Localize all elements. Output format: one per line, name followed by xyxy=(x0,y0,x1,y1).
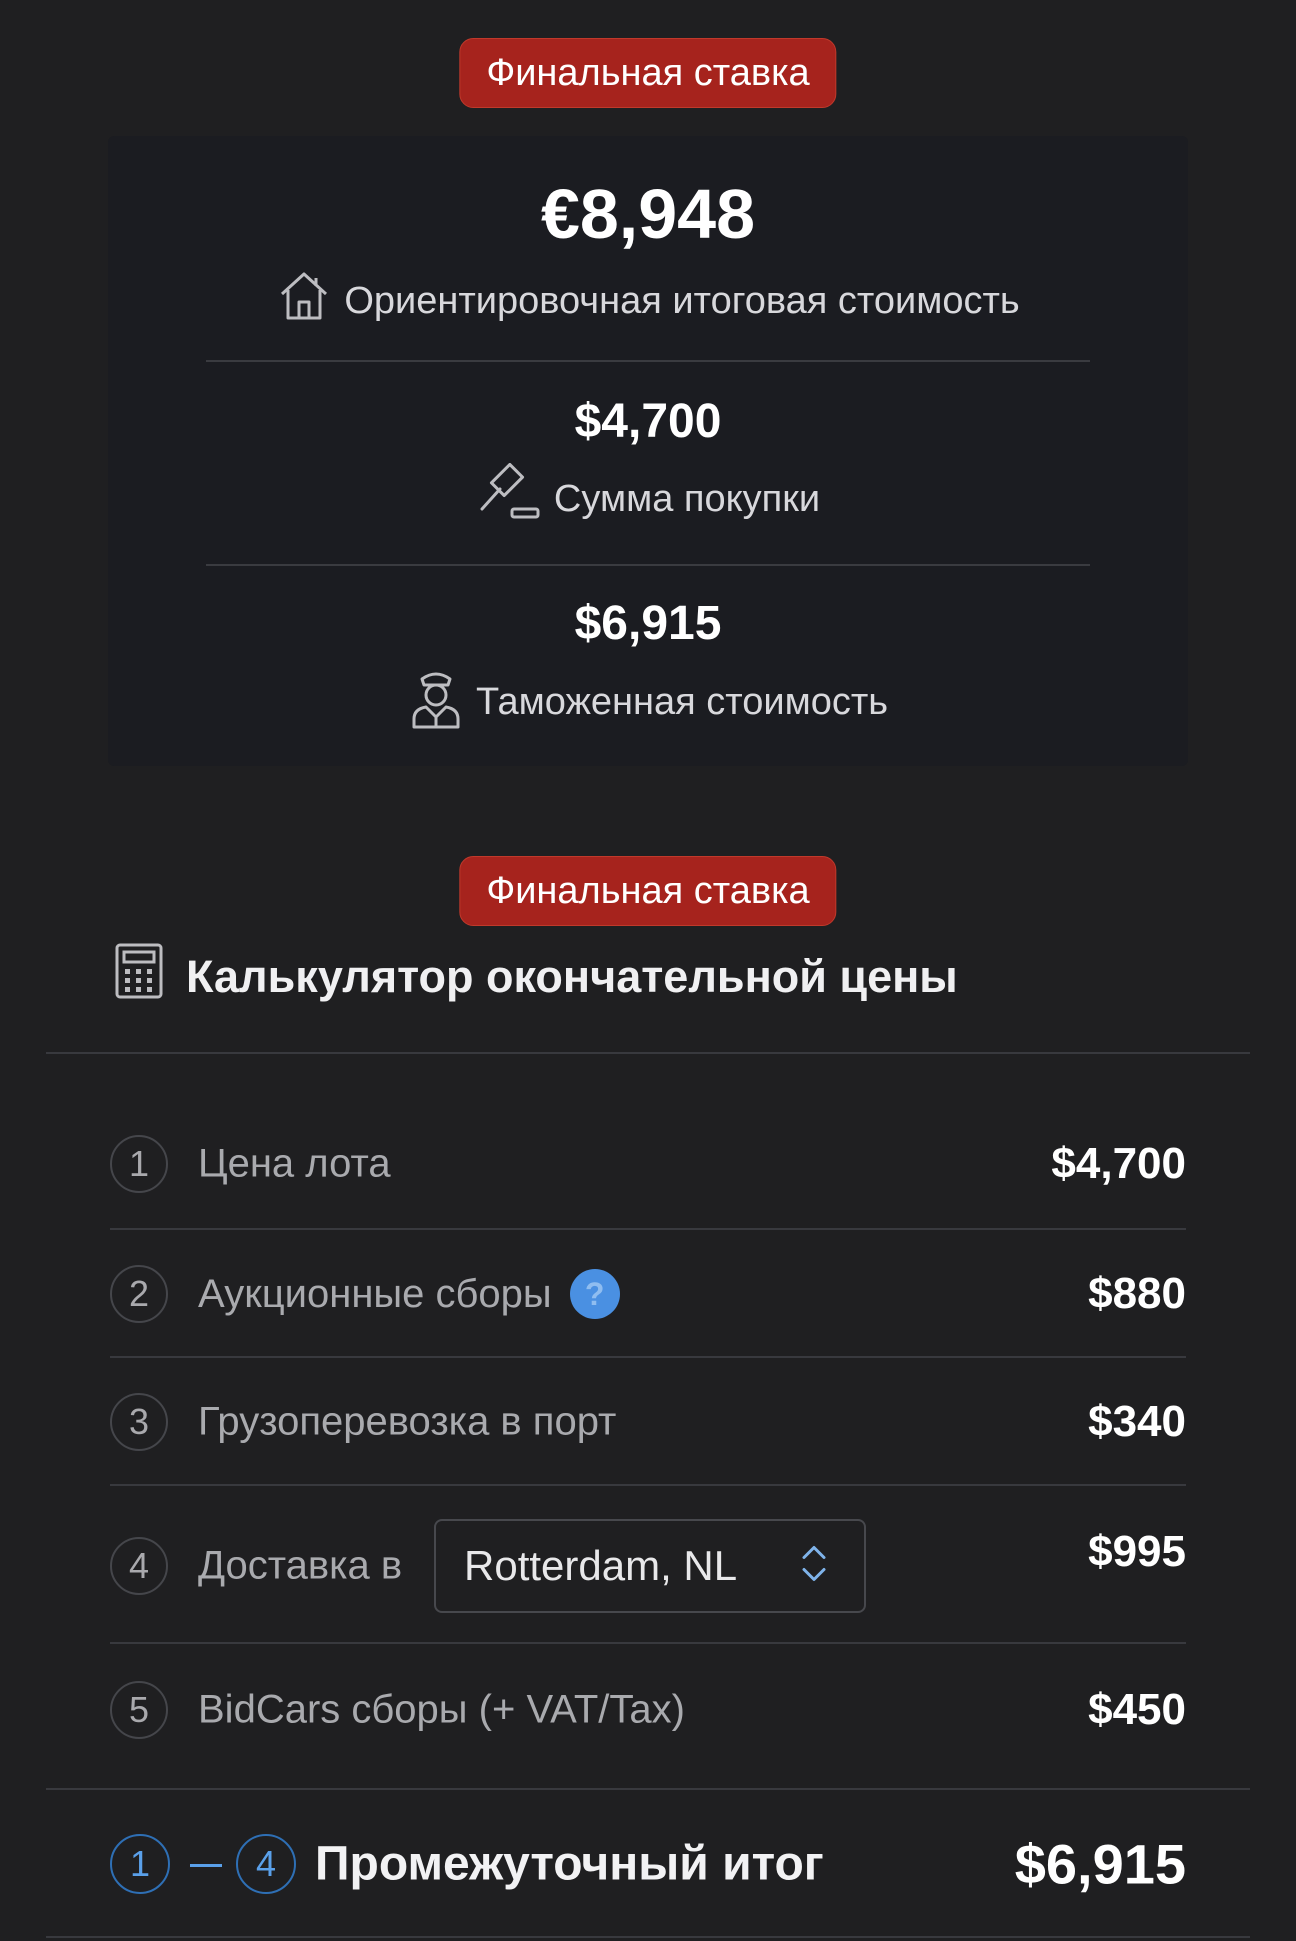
final-bid-badge: Финальная ставка xyxy=(459,38,837,108)
price-summary-card: €8,948 Ориентировочная итоговая стоимост… xyxy=(108,136,1188,766)
total-cost-label: Ориентировочная итоговая стоимость xyxy=(344,279,1020,322)
customs-label: Таможенная стоимость xyxy=(475,680,889,723)
divider xyxy=(206,564,1090,566)
divider xyxy=(110,1484,1186,1486)
row-label: Цена лота xyxy=(198,1141,391,1186)
divider xyxy=(110,1356,1186,1358)
subtotal-value: $6,915 xyxy=(1014,1832,1186,1896)
step-number: 4 xyxy=(110,1537,168,1595)
purchase-value: $4,700 xyxy=(574,395,722,448)
range-dash xyxy=(190,1864,222,1867)
final-bid-badge: Финальная ставка xyxy=(459,856,837,926)
cost-row-auction-fees: 2 Аукционные сборы ? $880 xyxy=(110,1254,1186,1334)
cost-row-shipping: 4 Доставка в Rotterdam, NL $995 xyxy=(110,1519,1186,1613)
step-number: 1 xyxy=(110,1135,168,1193)
subtotal-label: Промежуточный итог xyxy=(315,1837,824,1891)
cost-row-port-transport: 3 Грузоперевозка в порт $340 xyxy=(110,1382,1186,1462)
house-icon xyxy=(276,268,332,334)
row-label: Аукционные сборы ? xyxy=(198,1269,620,1319)
gavel-icon xyxy=(476,462,542,535)
divider xyxy=(46,1936,1250,1938)
divider xyxy=(46,1788,1250,1790)
calculator-title: Калькулятор окончательной цены xyxy=(186,950,958,1002)
purchase-label: Сумма покупки xyxy=(553,477,821,520)
help-icon[interactable]: ? xyxy=(569,1269,620,1319)
step-number: 3 xyxy=(110,1393,168,1451)
chevron-up-down-icon xyxy=(800,1542,828,1591)
row-value: $450 xyxy=(1088,1685,1186,1734)
row-label: Доставка в xyxy=(198,1543,403,1588)
subtotal-row: 1 4 Промежуточный итог $6,915 xyxy=(110,1816,1186,1912)
row-value: $4,700 xyxy=(1051,1139,1186,1188)
row-value: $880 xyxy=(1088,1269,1186,1318)
customs-officer-icon xyxy=(408,665,464,739)
divider xyxy=(46,1052,1250,1054)
customs-value: $6,915 xyxy=(574,597,722,650)
total-cost-value: €8,948 xyxy=(540,175,756,253)
cost-row-lot-price: 1 Цена лота $4,700 xyxy=(110,1124,1186,1204)
destination-port-value: Rotterdam, NL xyxy=(464,1542,738,1589)
row-value: $995 xyxy=(1088,1527,1186,1576)
divider xyxy=(110,1228,1186,1230)
row-label: BidCars сборы (+ VAT/Tax) xyxy=(198,1687,685,1732)
step-number: 1 xyxy=(110,1834,170,1894)
row-label: Грузоперевозка в порт xyxy=(198,1399,617,1444)
divider xyxy=(206,360,1090,362)
divider xyxy=(110,1642,1186,1644)
step-number: 2 xyxy=(110,1265,168,1323)
total-cost-block: €8,948 Ориентировочная итоговая стоимост… xyxy=(108,174,1188,334)
destination-port-select[interactable]: Rotterdam, NL xyxy=(434,1519,866,1613)
row-value: $340 xyxy=(1088,1397,1186,1446)
customs-block: $6,915 Таможенная стоимость xyxy=(108,596,1188,739)
cost-row-bidcars-fees: 5 BidCars сборы (+ VAT/Tax) $450 xyxy=(110,1670,1186,1750)
purchase-block: $4,700 Сумма покупки xyxy=(108,394,1188,535)
calculator-icon xyxy=(114,942,164,1011)
step-number: 5 xyxy=(110,1681,168,1739)
calculator-header: Калькулятор окончательной цены xyxy=(114,942,958,1011)
step-number: 4 xyxy=(236,1834,296,1894)
